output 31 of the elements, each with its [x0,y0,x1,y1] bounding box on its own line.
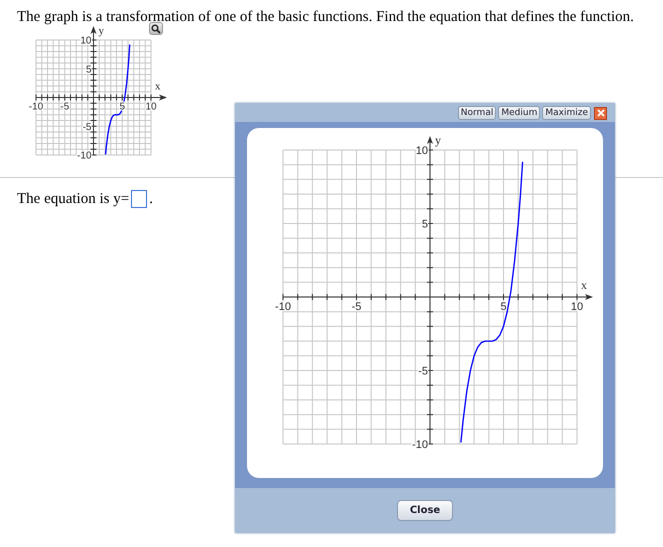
tick-label: 10 [416,144,428,157]
question-text: The graph is a transformation of one of the basic functions. Find the equation that defines the function. [16,8,635,26]
tick-label: 5 [500,301,507,313]
zoom-button[interactable] [149,22,163,35]
tick-label: -5 [60,102,70,112]
tick-label: -10 [275,301,291,313]
close-button[interactable] [594,106,607,120]
axis-label: x [155,80,160,92]
size-button[interactable]: Maximize [542,106,591,120]
axis-label: y [435,134,441,147]
magnifier-icon [151,24,161,34]
tick-label: -5 [82,122,92,133]
tick-label: 10 [145,102,157,112]
tick-label: 10 [570,301,584,313]
size-button[interactable]: Normal [458,106,496,120]
answer-prompt: The equation is y= [17,190,130,208]
tick-label: 10 [80,36,92,46]
axis-label: y [98,26,104,37]
answer-field[interactable] [131,190,148,208]
tick-label: -10 [28,102,44,112]
close-icon [596,109,604,117]
size-button[interactable]: Medium [498,106,540,120]
tick-label: -10 [77,150,92,162]
tick-label: 5 [422,218,428,230]
answer-period: . [149,190,153,208]
tick-label: -10 [412,438,428,451]
tick-label: -5 [418,365,428,378]
tick-label: -5 [352,301,362,313]
close-button[interactable]: Close [396,500,454,521]
axis-label: x [581,278,587,292]
tick-label: 5 [86,64,92,76]
